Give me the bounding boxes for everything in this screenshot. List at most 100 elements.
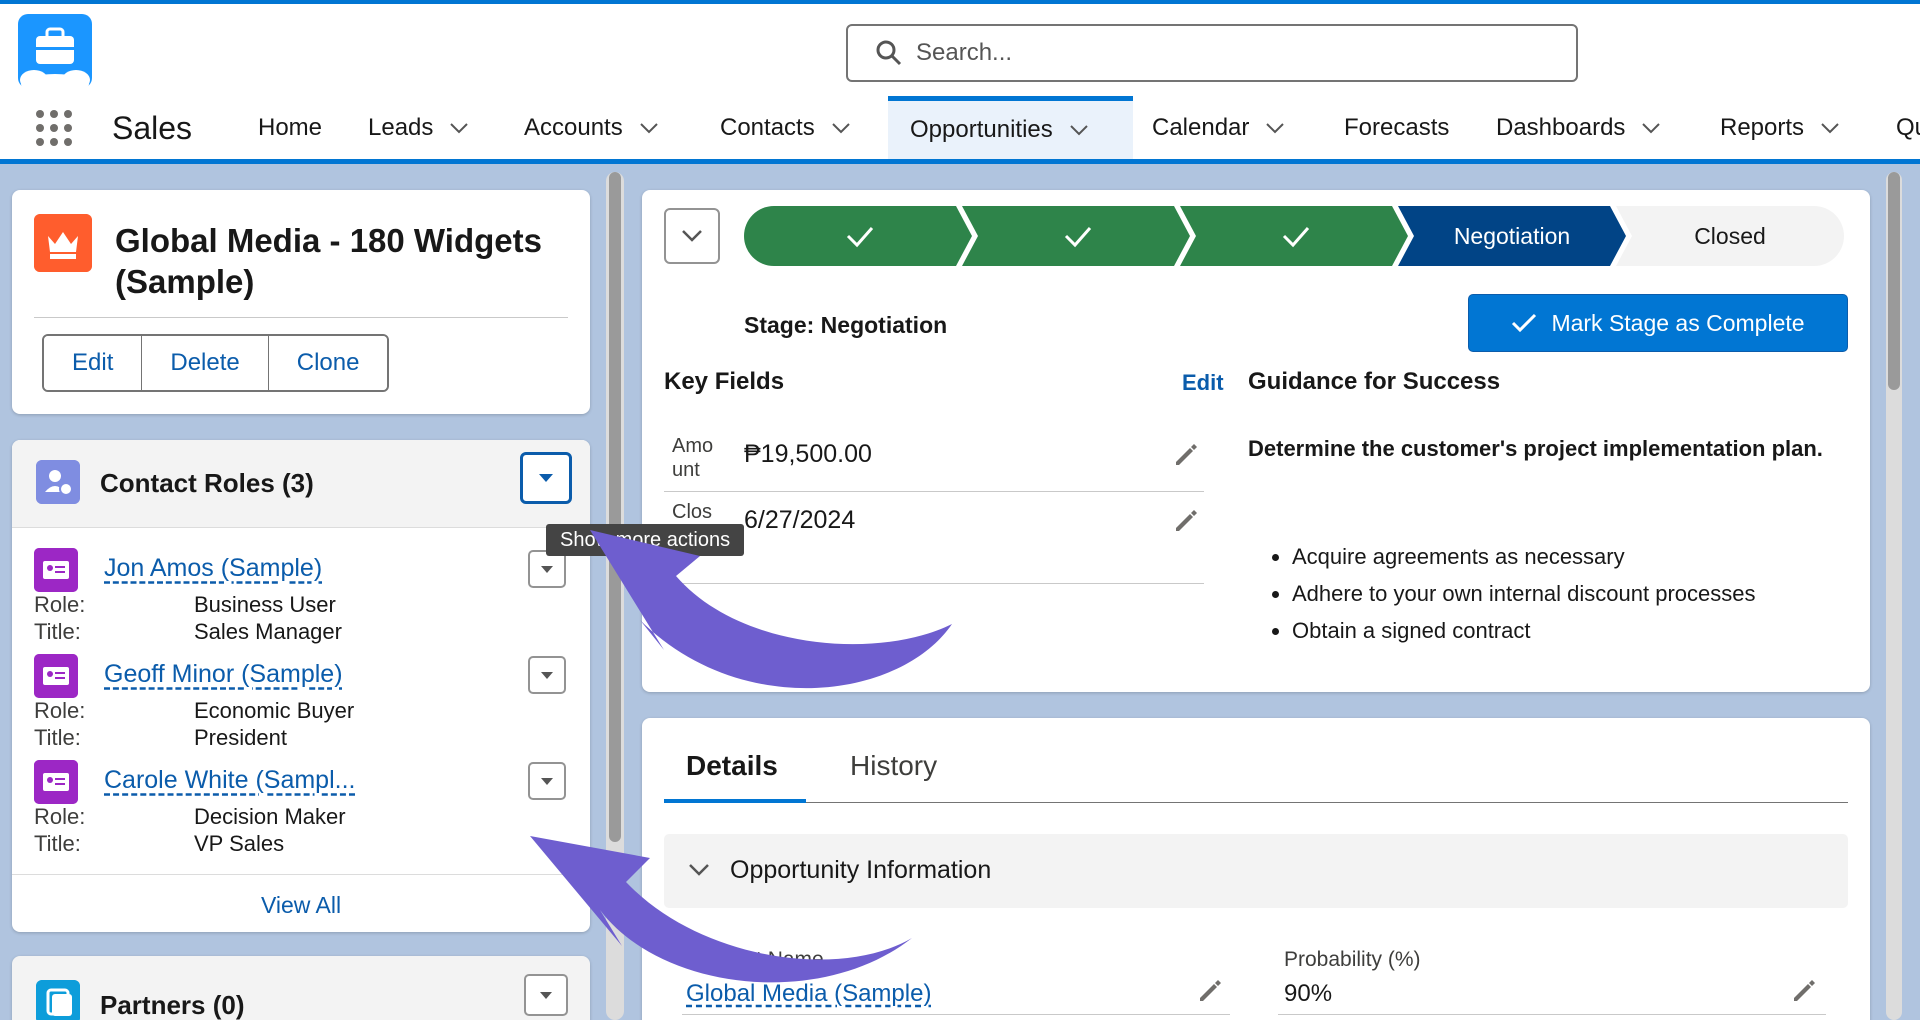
contact-roles-footer: View All bbox=[12, 874, 590, 932]
nav-item-accounts[interactable]: Accounts bbox=[506, 96, 677, 159]
contact-menu-button[interactable] bbox=[528, 656, 566, 694]
nav-item-leads[interactable]: Leads bbox=[350, 96, 487, 159]
guidance-lead: Determine the customer's project impleme… bbox=[1248, 436, 1823, 461]
chevron-down-icon[interactable] bbox=[1820, 122, 1840, 134]
nav-item-forecasts[interactable]: Forecasts bbox=[1324, 96, 1469, 159]
caret-down-icon bbox=[541, 671, 553, 679]
guidance-item: Acquire agreements as necessary bbox=[1292, 538, 1755, 575]
contact-roles-menu-button[interactable] bbox=[520, 452, 572, 504]
contact-link[interactable]: Carole White (Sampl... bbox=[104, 766, 355, 795]
caret-down-icon bbox=[539, 474, 553, 482]
edit-button[interactable]: Edit bbox=[44, 336, 143, 390]
sales-path: Negotiation Closed bbox=[744, 206, 1844, 266]
chevron-down-icon[interactable] bbox=[639, 122, 659, 134]
title-label: Title: bbox=[34, 725, 81, 750]
pencil-icon[interactable] bbox=[1172, 508, 1198, 534]
nav-item-reports[interactable]: Reports bbox=[1702, 96, 1858, 159]
title-value: Sales Manager bbox=[194, 619, 342, 644]
nav-item-home[interactable]: Home bbox=[236, 96, 344, 159]
role-label: Role: bbox=[34, 804, 86, 829]
contact-card-icon bbox=[34, 654, 78, 698]
main-scrollbar[interactable] bbox=[1886, 172, 1902, 1020]
chevron-down-icon[interactable] bbox=[1641, 122, 1661, 134]
scrollbar-thumb[interactable] bbox=[1888, 172, 1900, 390]
contact-roles-title: Contact Roles (3) bbox=[100, 468, 314, 498]
pencil-icon[interactable] bbox=[1196, 978, 1222, 1004]
divider bbox=[34, 317, 568, 318]
record-action-group: Edit Delete Clone bbox=[42, 334, 390, 392]
role-value: Business User bbox=[194, 592, 336, 617]
field-underline bbox=[682, 1014, 1230, 1015]
probability-value: 90% bbox=[1284, 980, 1333, 1007]
global-header bbox=[0, 0, 1920, 96]
left-column-scrollbar[interactable] bbox=[606, 172, 624, 1020]
probability-label: Probability (%) bbox=[1284, 948, 1421, 971]
details-card: Details History Opportunity Information … bbox=[642, 718, 1870, 1020]
key-field-row: Clos 6/27/2024 bbox=[664, 492, 1204, 584]
tab-details[interactable]: Details bbox=[686, 750, 778, 782]
path-step-current-label[interactable]: Negotiation bbox=[1414, 206, 1610, 266]
salesforce-logo-icon[interactable] bbox=[18, 14, 92, 88]
app-name: Sales bbox=[112, 110, 193, 146]
chevron-down-icon[interactable] bbox=[1265, 122, 1285, 134]
caret-down-icon bbox=[540, 991, 552, 999]
path-card: Negotiation Closed Stage: Negotiation Ma… bbox=[642, 190, 1870, 692]
clone-button[interactable]: Clone bbox=[268, 336, 388, 390]
search-input[interactable] bbox=[916, 39, 1516, 67]
contact-role-icon bbox=[36, 460, 80, 504]
contact-link[interactable]: Geoff Minor (Sample) bbox=[104, 660, 343, 689]
guidance-list: Acquire agreements as necessary Adhere t… bbox=[1292, 538, 1755, 649]
nav-item-opportunities[interactable]: Opportunities bbox=[888, 96, 1133, 159]
key-fields-edit-link[interactable]: Edit bbox=[1182, 370, 1224, 396]
close-date-value: 6/27/2024 bbox=[744, 506, 856, 534]
caret-down-icon bbox=[541, 777, 553, 785]
guidance-title: Guidance for Success bbox=[1248, 368, 1501, 395]
guidance-item: Adhere to your own internal discount pro… bbox=[1292, 575, 1755, 612]
mark-stage-label: Mark Stage as Complete bbox=[1551, 309, 1805, 336]
contact-menu-button[interactable] bbox=[528, 762, 566, 800]
crown-icon bbox=[34, 214, 92, 272]
field-underline bbox=[1278, 1014, 1826, 1015]
check-icon bbox=[1512, 313, 1537, 333]
contact-roles-header: Contact Roles (3) bbox=[12, 440, 590, 528]
account-name-label: Account Name bbox=[686, 948, 824, 971]
path-step-closed-label[interactable]: Closed bbox=[1632, 206, 1828, 266]
view-all-link[interactable]: View All bbox=[261, 892, 341, 918]
amount-value: ₱19,500.00 bbox=[744, 440, 872, 468]
key-field-row: Amo unt ₱19,500.00 bbox=[664, 426, 1204, 492]
delete-button[interactable]: Delete bbox=[142, 336, 269, 390]
global-search[interactable] bbox=[846, 24, 1578, 82]
record-title: Global Media - 180 Widgets (Sample) bbox=[115, 222, 542, 300]
opportunity-information-section[interactable]: Opportunity Information bbox=[664, 834, 1848, 908]
more-actions-tooltip: Show more actions bbox=[546, 524, 745, 556]
scrollbar-thumb[interactable] bbox=[609, 172, 621, 842]
path-step-2 bbox=[962, 206, 1190, 266]
title-value: President bbox=[194, 725, 287, 750]
partners-icon bbox=[36, 980, 80, 1020]
app-nav-bar: Sales Home Leads Accounts Contacts Oppor… bbox=[0, 96, 1920, 164]
chevron-down-icon[interactable] bbox=[449, 122, 469, 134]
nav-item-calendar[interactable]: Calendar bbox=[1134, 96, 1303, 159]
stage-text: Stage: Negotiation bbox=[744, 312, 948, 338]
chevron-down-icon[interactable] bbox=[1069, 124, 1089, 136]
account-name-link[interactable]: Global Media (Sample) bbox=[686, 980, 931, 1008]
nav-item-contacts[interactable]: Contacts bbox=[702, 96, 869, 159]
pencil-icon[interactable] bbox=[1172, 442, 1198, 468]
tab-history[interactable]: History bbox=[850, 750, 937, 782]
contact-card-icon bbox=[34, 760, 78, 804]
path-toggle-button[interactable] bbox=[664, 208, 720, 264]
pencil-icon[interactable] bbox=[1790, 978, 1816, 1004]
contact-link[interactable]: Jon Amos (Sample) bbox=[104, 554, 322, 583]
mark-stage-complete-button[interactable]: Mark Stage as Complete bbox=[1468, 294, 1848, 352]
role-value: Economic Buyer bbox=[194, 698, 355, 723]
app-launcher-icon[interactable] bbox=[34, 108, 74, 148]
nav-item-dashboards[interactable]: Dashboards bbox=[1478, 96, 1679, 159]
chevron-down-icon[interactable] bbox=[831, 122, 851, 134]
partners-menu-button[interactable] bbox=[524, 974, 568, 1016]
role-label: Role: bbox=[34, 698, 86, 723]
key-fields-title: Key Fields bbox=[664, 368, 785, 395]
path-step-3 bbox=[1180, 206, 1408, 266]
amount-label: Amo unt bbox=[672, 435, 714, 481]
nav-item-overflow[interactable]: Qu bbox=[1878, 96, 1920, 159]
title-label: Title: bbox=[34, 831, 81, 856]
